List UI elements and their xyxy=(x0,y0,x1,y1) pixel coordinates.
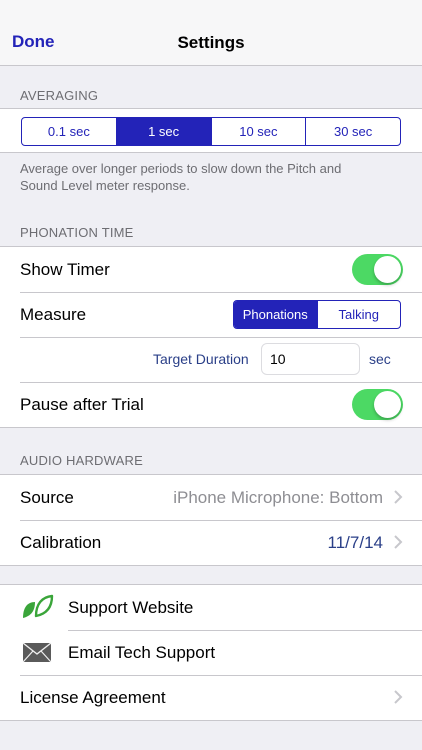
averaging-footer: Average over longer periods to slow down… xyxy=(20,161,342,193)
chevron-right-icon xyxy=(394,535,403,549)
pause-after-trial-row: Pause after Trial xyxy=(0,382,422,427)
email-tech-support-row[interactable]: Email Tech Support xyxy=(0,630,422,675)
show-timer-label: Show Timer xyxy=(20,260,110,279)
calibration-label: Calibration xyxy=(20,533,102,552)
segment-30-sec[interactable]: 30 sec xyxy=(305,118,400,145)
pause-after-trial-label: Pause after Trial xyxy=(20,395,144,414)
target-duration-row: Target Duration sec xyxy=(0,337,422,382)
phonation-header: PHONATION TIME xyxy=(20,225,134,240)
audio-hardware-group: Source iPhone Microphone: Bottom Calibra… xyxy=(0,474,422,566)
chevron-right-icon xyxy=(394,690,403,704)
averaging-segmented-control[interactable]: 0.1 sec 1 sec 10 sec 30 sec xyxy=(21,117,401,146)
measure-label: Measure xyxy=(20,305,87,324)
target-duration-label: Target Duration xyxy=(153,351,249,367)
pause-after-trial-toggle[interactable] xyxy=(352,389,403,420)
audio-hardware-header: AUDIO HARDWARE xyxy=(20,453,143,468)
measure-segmented-control[interactable]: Phonations Talking xyxy=(233,300,401,329)
license-agreement-label: License Agreement xyxy=(20,688,166,707)
leaf-icon xyxy=(23,594,54,618)
phonation-group: Show Timer Measure Phonations Talking Ta… xyxy=(0,246,422,428)
averaging-group: 0.1 sec 1 sec 10 sec 30 sec xyxy=(0,108,422,153)
source-label: Source xyxy=(20,488,74,507)
source-value: iPhone Microphone: Bottom xyxy=(173,488,383,507)
support-website-label: Support Website xyxy=(68,598,194,617)
segment-talking[interactable]: Talking xyxy=(316,301,401,328)
target-duration-input[interactable] xyxy=(261,343,360,375)
envelope-icon xyxy=(22,642,52,663)
segment-0-1-sec[interactable]: 0.1 sec xyxy=(22,118,116,145)
show-timer-toggle[interactable] xyxy=(352,254,403,285)
chevron-right-icon xyxy=(394,490,403,504)
segment-10-sec[interactable]: 10 sec xyxy=(210,118,306,145)
calibration-row[interactable]: Calibration 11/7/14 xyxy=(0,520,422,565)
toggle-knob xyxy=(374,391,401,418)
toggle-knob xyxy=(374,256,401,283)
target-duration-unit: sec xyxy=(369,351,391,367)
segment-1-sec[interactable]: 1 sec xyxy=(115,118,211,145)
page-title: Settings xyxy=(177,33,245,52)
source-row[interactable]: Source iPhone Microphone: Bottom xyxy=(0,475,422,520)
navigation-bar: Done Settings xyxy=(0,0,422,66)
support-website-row[interactable]: Support Website xyxy=(0,585,422,630)
averaging-header: AVERAGING xyxy=(20,88,99,103)
calibration-value: 11/7/14 xyxy=(327,533,383,552)
email-tech-support-label: Email Tech Support xyxy=(68,643,216,662)
measure-row: Measure Phonations Talking xyxy=(0,292,422,337)
support-group: Support Website Email Tech Support Licen… xyxy=(0,584,422,721)
license-agreement-row[interactable]: License Agreement xyxy=(0,675,422,720)
show-timer-row: Show Timer xyxy=(0,247,422,292)
segment-phonations[interactable]: Phonations xyxy=(234,301,317,328)
